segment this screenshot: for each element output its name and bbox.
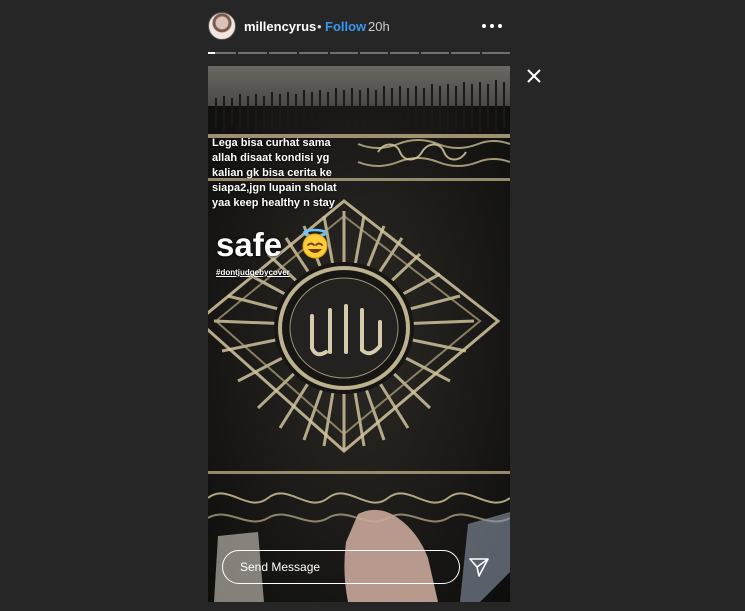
caption-line: allah disaat kondisi yg [212, 152, 330, 164]
username[interactable]: millencyrus [244, 19, 316, 34]
halo-smile-emoji-icon [302, 228, 328, 259]
progress-fill [208, 52, 216, 54]
send-message-input[interactable] [222, 550, 460, 584]
story-caption: Lega bisa curhat sama allah disaat kondi… [212, 136, 362, 211]
progress-segment [299, 52, 328, 54]
progress-segment [329, 52, 359, 54]
caption-line: siapa2,jgn lupain sholat [212, 182, 337, 194]
more-dots-icon[interactable] [480, 16, 504, 36]
follow-button[interactable]: Follow [325, 19, 366, 34]
caption-line: yaa keep healthy n stay [212, 197, 335, 209]
progress-segment [208, 52, 237, 54]
progress-segment [238, 52, 267, 54]
progress-segment [420, 52, 450, 54]
post-time: 20h [368, 19, 390, 34]
caption-line: Lega bisa curhat sama [212, 137, 331, 149]
avatar[interactable] [208, 12, 236, 40]
progress-segment [481, 52, 511, 54]
story-header: millencyrus • Follow 20h [208, 12, 510, 42]
caption-line: kalian gk bisa cerita ke [212, 167, 332, 179]
story-progress-bar [208, 52, 511, 54]
progress-segment [360, 52, 389, 54]
story-media[interactable]: Lega bisa curhat sama allah disaat kondi… [208, 66, 510, 602]
progress-segment [390, 52, 419, 54]
hashtag-link[interactable]: #dontjudgebycover [216, 268, 290, 277]
separator-dot: • [317, 19, 322, 34]
send-icon[interactable] [468, 556, 490, 578]
progress-segment [451, 52, 480, 54]
close-icon[interactable] [524, 66, 544, 86]
progress-segment [268, 52, 298, 54]
big-text: safe [216, 226, 283, 263]
